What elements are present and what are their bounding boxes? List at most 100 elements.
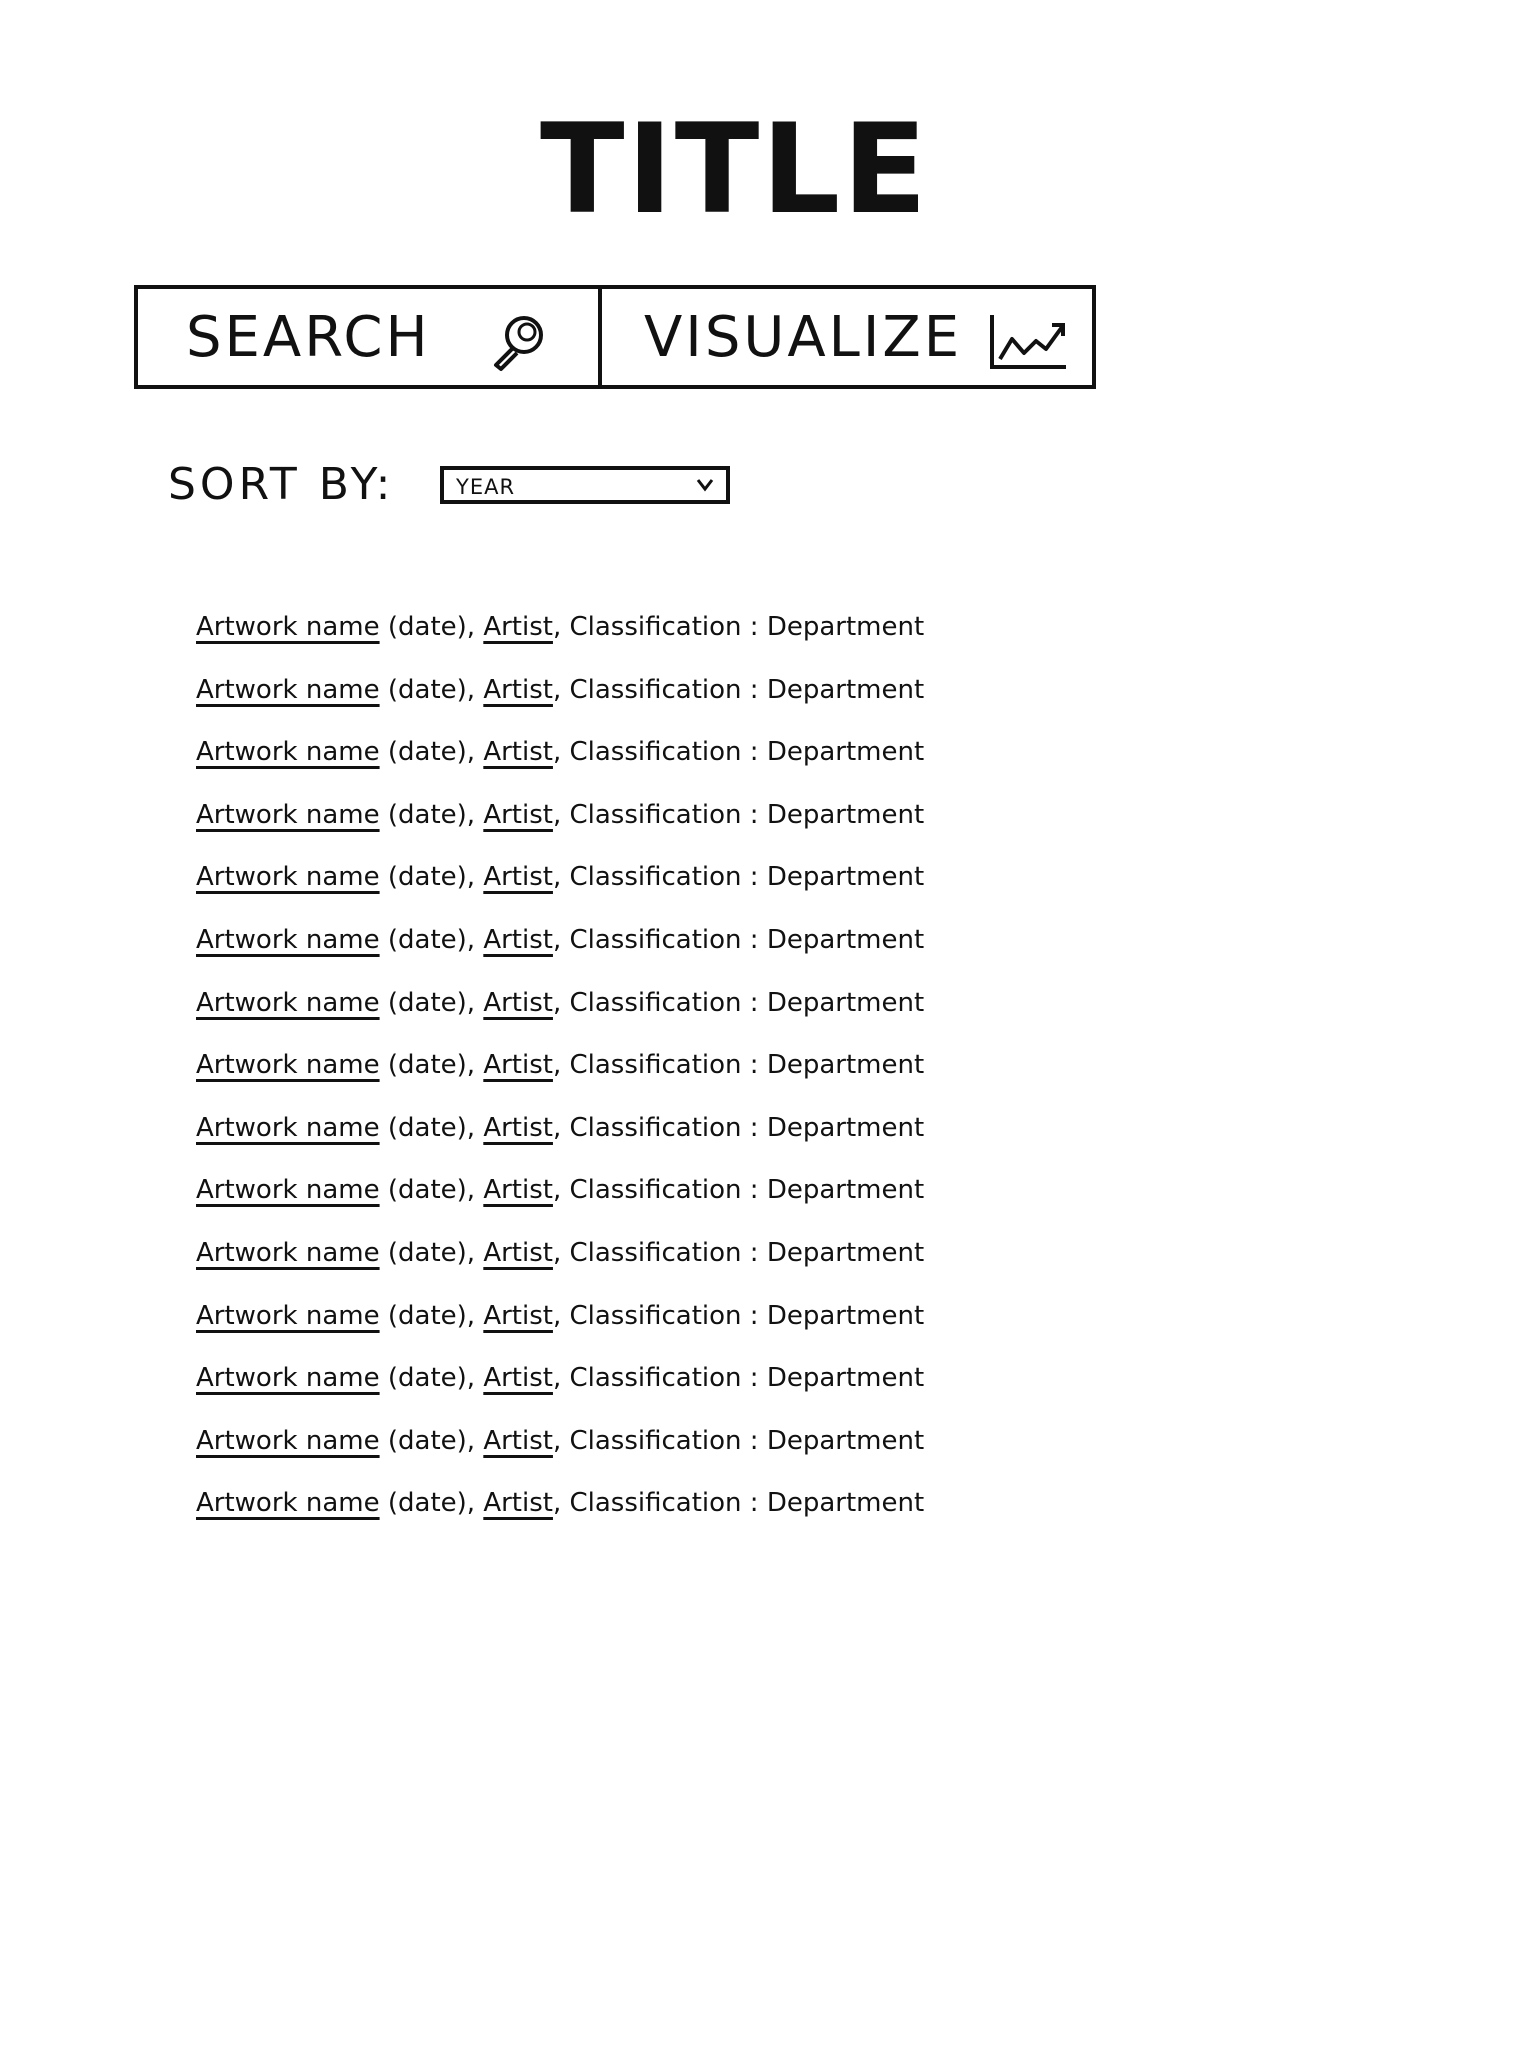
separator: ,: [552, 1175, 570, 1206]
artist-link[interactable]: Artist: [483, 925, 553, 955]
artwork-name-link[interactable]: Artwork name: [196, 675, 380, 705]
list-item: Artwork name (date), Artist, Classificat…: [196, 925, 1096, 955]
separator: ,: [466, 1300, 484, 1331]
artist-link[interactable]: Artist: [483, 1488, 553, 1518]
artwork-name-link[interactable]: Artwork name: [196, 1363, 380, 1393]
separator: ,: [466, 674, 484, 705]
separator: ,: [552, 1050, 570, 1081]
artwork-department: Department: [766, 1050, 925, 1081]
chevron-down-icon: [696, 479, 714, 492]
artwork-department: Department: [766, 737, 925, 768]
separator: ,: [466, 1425, 484, 1456]
list-item: Artwork name (date), Artist, Classificat…: [196, 1175, 1096, 1205]
artwork-date: (date): [387, 1300, 467, 1331]
artist-link[interactable]: Artist: [483, 1426, 553, 1456]
artwork-name-link[interactable]: Artwork name: [196, 612, 380, 642]
artwork-name-link[interactable]: Artwork name: [196, 988, 380, 1018]
artwork-department: Department: [766, 1300, 925, 1331]
sort-select[interactable]: YEAR: [440, 466, 730, 504]
tab-visualize[interactable]: VISUALIZE: [602, 289, 1092, 385]
separator: :: [741, 1488, 767, 1519]
separator: ,: [552, 612, 570, 642]
artwork-classification: Classification: [569, 924, 742, 955]
line-chart-icon: [990, 315, 1066, 369]
artist-link[interactable]: Artist: [483, 1175, 553, 1205]
artwork-classification: Classification: [569, 1112, 742, 1143]
artwork-classification: Classification: [569, 1175, 742, 1206]
artwork-department: Department: [766, 1175, 925, 1206]
separator: ,: [552, 1425, 570, 1456]
artwork-name-link[interactable]: Artwork name: [196, 1488, 380, 1518]
artwork-classification: Classification: [569, 737, 742, 768]
separator: ,: [552, 799, 570, 830]
separator: :: [741, 862, 767, 893]
separator: ,: [552, 987, 570, 1018]
separator: ,: [466, 799, 484, 830]
separator: ,: [552, 737, 570, 768]
artwork-name-link[interactable]: Artwork name: [196, 800, 380, 830]
artwork-department: Department: [766, 612, 925, 642]
artwork-classification: Classification: [569, 987, 742, 1018]
artist-link[interactable]: Artist: [483, 862, 553, 892]
separator: :: [741, 1300, 767, 1331]
artwork-name-link[interactable]: Artwork name: [196, 1238, 380, 1268]
list-item: Artwork name (date), Artist, Classificat…: [196, 737, 1096, 767]
artwork-name-link[interactable]: Artwork name: [196, 1050, 380, 1080]
artist-link[interactable]: Artist: [483, 988, 553, 1018]
artwork-classification: Classification: [569, 1363, 742, 1394]
list-item: Artwork name (date), Artist, Classificat…: [196, 675, 1096, 705]
artist-link[interactable]: Artist: [483, 1238, 553, 1268]
artwork-department: Department: [766, 924, 925, 955]
artist-link[interactable]: Artist: [483, 1301, 553, 1331]
artwork-date: (date): [387, 799, 467, 830]
separator: ,: [466, 612, 484, 642]
separator: :: [741, 1175, 767, 1206]
list-item: Artwork name (date), Artist, Classificat…: [196, 1050, 1096, 1080]
artist-link[interactable]: Artist: [483, 1113, 553, 1143]
artwork-classification: Classification: [569, 1488, 742, 1519]
separator: ,: [552, 1488, 570, 1519]
artwork-date: (date): [387, 862, 467, 893]
artwork-date: (date): [387, 612, 467, 642]
artist-link[interactable]: Artist: [483, 737, 553, 767]
separator: ,: [466, 1488, 484, 1519]
separator: :: [741, 1237, 767, 1268]
artwork-name-link[interactable]: Artwork name: [196, 1301, 380, 1331]
sort-selected-value: YEAR: [456, 475, 516, 499]
artwork-date: (date): [387, 674, 467, 705]
tab-search[interactable]: SEARCH: [138, 289, 602, 385]
artwork-name-link[interactable]: Artwork name: [196, 1175, 380, 1205]
artwork-name-link[interactable]: Artwork name: [196, 862, 380, 892]
sort-label: SORT BY:: [168, 459, 395, 510]
artwork-date: (date): [387, 1488, 467, 1519]
artwork-name-link[interactable]: Artwork name: [196, 925, 380, 955]
artist-link[interactable]: Artist: [483, 1050, 553, 1080]
separator: ,: [466, 924, 484, 955]
artwork-department: Department: [766, 862, 925, 893]
separator: ,: [552, 1237, 570, 1268]
artist-link[interactable]: Artist: [483, 675, 553, 705]
separator: :: [741, 1363, 767, 1394]
artist-link[interactable]: Artist: [483, 1363, 553, 1393]
separator: :: [741, 737, 767, 768]
separator: ,: [552, 1112, 570, 1143]
tab-search-label: SEARCH: [186, 304, 431, 370]
list-item: Artwork name (date), Artist, Classificat…: [196, 1363, 1096, 1393]
list-item: Artwork name (date), Artist, Classificat…: [196, 800, 1096, 830]
separator: :: [741, 674, 767, 705]
separator: ,: [466, 862, 484, 893]
artwork-date: (date): [387, 924, 467, 955]
artwork-name-link[interactable]: Artwork name: [196, 1113, 380, 1143]
separator: :: [741, 924, 767, 955]
artwork-date: (date): [387, 987, 467, 1018]
artist-link[interactable]: Artist: [483, 800, 553, 830]
artist-link[interactable]: Artist: [483, 612, 553, 642]
separator: ,: [466, 987, 484, 1018]
artwork-name-link[interactable]: Artwork name: [196, 737, 380, 767]
results-list: Artwork name (date), Artist, Classificat…: [196, 612, 1096, 1551]
artwork-name-link[interactable]: Artwork name: [196, 1426, 380, 1456]
artwork-classification: Classification: [569, 1425, 742, 1456]
artwork-date: (date): [387, 737, 467, 768]
separator: ,: [466, 1175, 484, 1206]
artwork-classification: Classification: [569, 862, 742, 893]
